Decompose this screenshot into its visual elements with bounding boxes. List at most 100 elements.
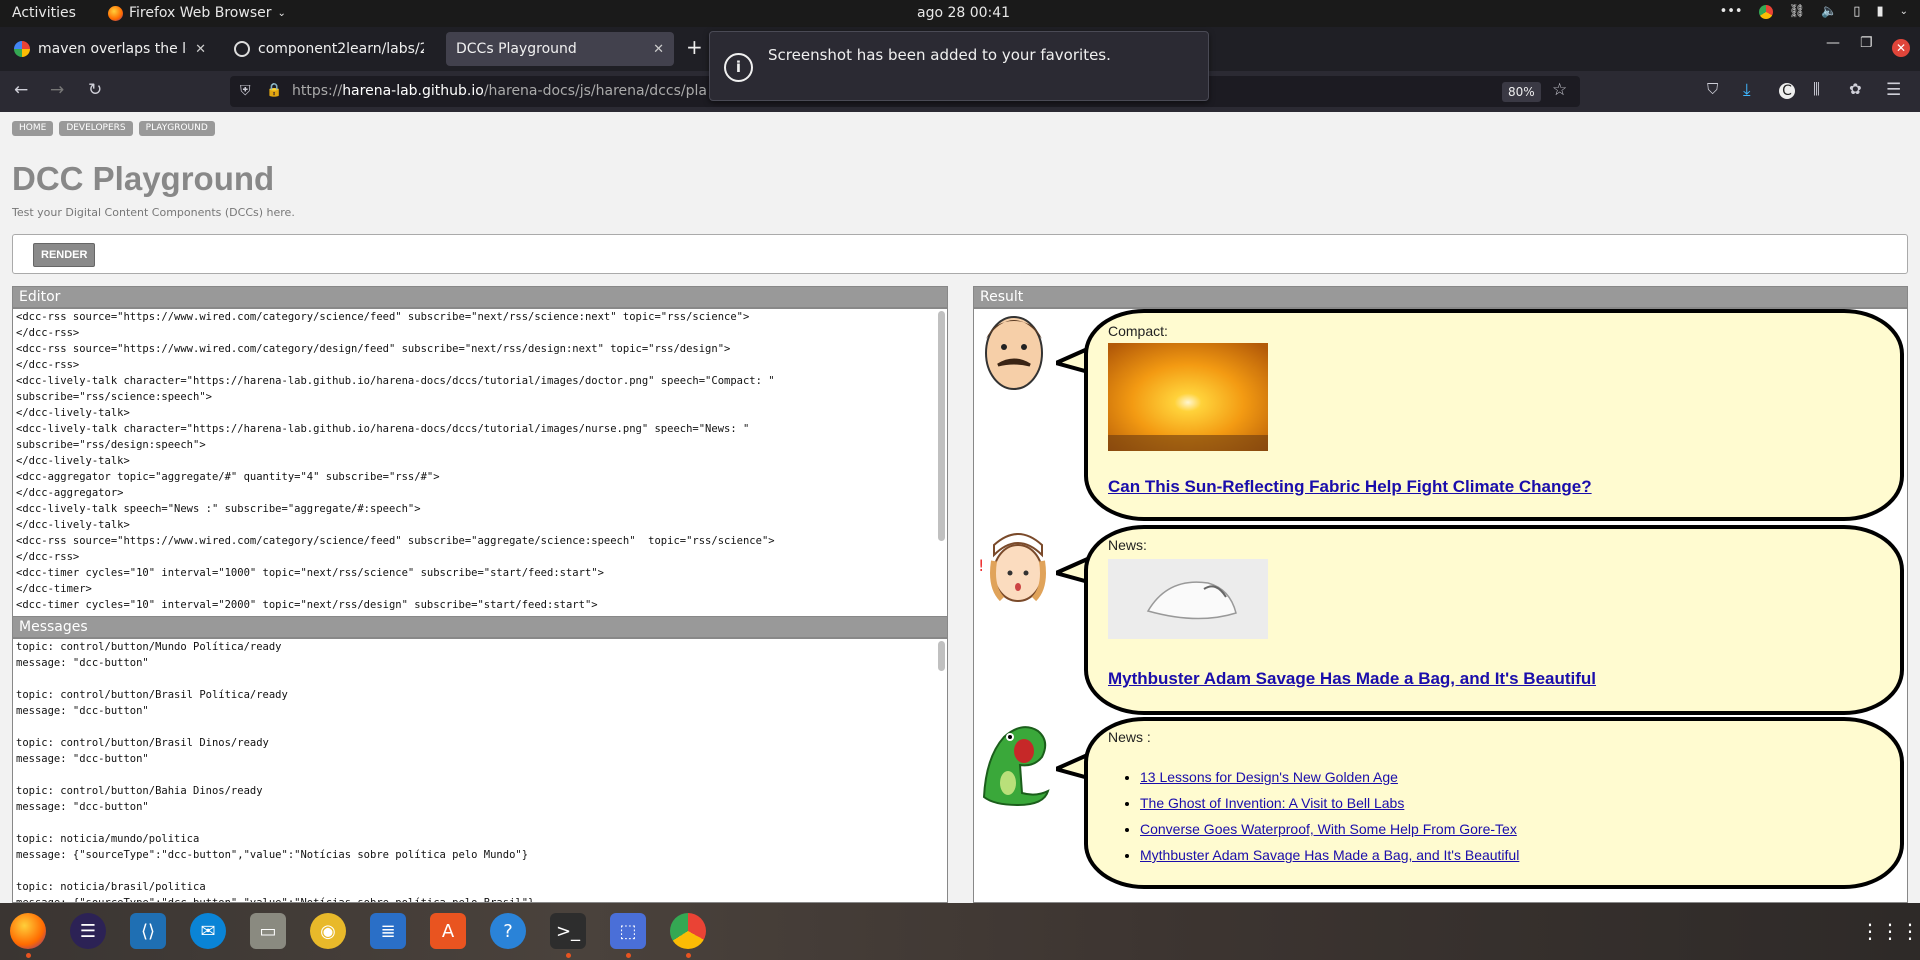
lively-talk-nurse: ! News: Mythbuster Adam Savage Has Made … [974, 525, 1907, 720]
news-list: 13 Lessons for Design's New Golden Age T… [1140, 765, 1519, 869]
chevron-down-icon: ⌄ [277, 7, 286, 19]
minimize-icon[interactable]: — [1826, 35, 1840, 51]
close-tab-icon[interactable]: ✕ [653, 42, 664, 57]
tab-component2learn[interactable]: component2learn/labs/2 [224, 32, 434, 66]
menu-icon[interactable]: ☰ [1886, 80, 1901, 100]
battery-icon[interactable]: ▮ [1876, 4, 1883, 19]
close-window-button[interactable]: ✕ [1892, 39, 1910, 57]
messages-scrollbar[interactable] [938, 641, 945, 671]
library-icon[interactable]: ⫼ [1813, 80, 1820, 98]
forward-icon[interactable]: → [50, 80, 64, 100]
chrome-indicator-icon[interactable] [1758, 4, 1773, 19]
code-line: </dcc-lively-talk> [16, 407, 130, 419]
code-line: message: "dcc-button" [16, 801, 149, 813]
news-link[interactable]: The Ghost of Invention: A Visit to Bell … [1140, 795, 1404, 811]
render-button[interactable]: RENDER [33, 243, 96, 267]
downloads-icon[interactable]: ⤓ [1743, 80, 1751, 100]
headline-link[interactable]: Can This Sun-Reflecting Fabric Help Figh… [1108, 477, 1592, 497]
shield-icon[interactable]: ⛨ [240, 83, 251, 99]
account-icon[interactable]: C [1779, 83, 1795, 99]
bookmark-star-icon[interactable]: ☆ [1552, 80, 1567, 100]
tab-dccs-playground[interactable]: DCCs Playground ✕ [446, 32, 674, 66]
activities-button[interactable]: Activities [12, 5, 76, 21]
back-icon[interactable]: ← [14, 80, 28, 100]
page-subtitle: Test your Digital Content Components (DC… [12, 206, 295, 219]
editor-scrollbar[interactable] [938, 311, 945, 541]
code-line: message: {"sourceType":"dcc-button","val… [16, 849, 529, 861]
running-indicator [626, 953, 631, 958]
news-link[interactable]: Converse Goes Waterproof, With Some Help… [1140, 821, 1517, 837]
firefox-icon[interactable] [10, 913, 46, 949]
maximize-icon[interactable]: ❐ [1860, 35, 1873, 51]
breadcrumb-developers[interactable]: DEVELOPERS [59, 121, 133, 136]
screenshot-notification: i Screenshot has been added to your favo… [709, 31, 1209, 101]
code-line: message: {"sourceType":"dcc-button","val… [16, 897, 535, 903]
page-content: HOME DEVELOPERS PLAYGROUND DCC Playgroun… [0, 112, 1920, 903]
tab-title: maven overlaps the locat [38, 41, 187, 57]
more-icon[interactable]: ••• [1720, 4, 1743, 19]
dinosaur-avatar [982, 726, 1050, 807]
breadcrumb-home[interactable]: HOME [12, 121, 54, 136]
messages-area[interactable]: topic: control/button/Mundo Política/rea… [12, 638, 948, 903]
breadcrumb-playground[interactable]: PLAYGROUND [138, 121, 215, 136]
code-line: message: "dcc-button" [16, 657, 149, 669]
code-line: <dcc-rss source="https://www.wired.com/c… [16, 535, 775, 547]
volume-icon[interactable]: 🔈 [1821, 4, 1837, 19]
list-item: 13 Lessons for Design's New Golden Age [1140, 765, 1519, 791]
pocket-icon[interactable]: ⛉ [1707, 80, 1718, 98]
headline-link[interactable]: Mythbuster Adam Savage Has Made a Bag, a… [1108, 669, 1596, 689]
running-indicator [26, 953, 31, 958]
app-menu[interactable]: Firefox Web Browser ⌄ [108, 5, 286, 21]
screenshot-icon[interactable]: ⬚ [610, 913, 646, 949]
gnome-top-bar: Activities Firefox Web Browser ⌄ ago 28 … [0, 0, 1920, 27]
sun-image[interactable] [1108, 343, 1268, 451]
help-icon[interactable]: ? [490, 913, 526, 949]
vscode-icon[interactable]: ⟨⟩ [130, 913, 166, 949]
code-line: <dcc-rss source="https://www.wired.com/c… [16, 311, 750, 323]
tab-title: DCCs Playground [456, 41, 577, 57]
rhythmbox-icon[interactable]: ◉ [310, 913, 346, 949]
speech-label: News: [1108, 537, 1147, 553]
url-text[interactable]: https://harena-lab.github.io/harena-docs… [292, 83, 707, 99]
code-line: </dcc-lively-talk> [16, 455, 130, 467]
eclipse-icon[interactable]: ☰ [70, 913, 106, 949]
doctor-avatar [985, 316, 1043, 390]
code-line: </dcc-rss> [16, 327, 80, 339]
news-link[interactable]: Mythbuster Adam Savage Has Made a Bag, a… [1140, 847, 1519, 863]
apps-grid-icon[interactable]: ⋮⋮⋮ [1860, 913, 1920, 949]
list-item: Mythbuster Adam Savage Has Made a Bag, a… [1140, 843, 1519, 869]
chrome-icon[interactable] [670, 913, 706, 949]
close-tab-icon[interactable]: ✕ [195, 42, 206, 57]
google-icon [14, 41, 30, 57]
extensions-icon[interactable]: ✿ [1849, 80, 1862, 98]
clock[interactable]: ago 28 00:41 [917, 5, 1010, 21]
app-menu-label: Firefox Web Browser [129, 5, 272, 21]
system-tray[interactable]: ••• ⛓ 🔈 ▯ ▮ ⌄ [1720, 4, 1908, 19]
network-icon[interactable]: ⛓ [1789, 4, 1806, 19]
code-line: subscribe="rss/science:speech"> [16, 391, 212, 403]
code-line: <dcc-aggregator topic="aggregate/#" quan… [16, 471, 440, 483]
code-line: <dcc-timer cycles="10" interval="1000" t… [16, 567, 604, 579]
tab-maven[interactable]: maven overlaps the locat ✕ [4, 32, 216, 66]
svg-text:!: ! [978, 556, 984, 575]
news-link[interactable]: 13 Lessons for Design's New Golden Age [1140, 769, 1398, 785]
vibrate-icon[interactable]: ▯ [1853, 4, 1860, 19]
list-item: The Ghost of Invention: A Visit to Bell … [1140, 791, 1519, 817]
render-bar: RENDER [12, 234, 1908, 274]
bag-image[interactable] [1108, 559, 1268, 639]
new-tab-button[interactable]: + [686, 35, 703, 59]
ubuntu-dock: ☰ ⟨⟩ ✉ ▭ ◉ ≣ A ? >_ ⬚ ⋮⋮⋮ [0, 903, 1920, 960]
lock-icon[interactable]: 🔒 [266, 83, 282, 98]
files-icon[interactable]: ▭ [250, 913, 286, 949]
code-line: message: "dcc-button" [16, 705, 149, 717]
reload-icon[interactable]: ↻ [88, 80, 102, 100]
terminal-icon[interactable]: >_ [550, 913, 586, 949]
zoom-level[interactable]: 80% [1502, 82, 1541, 102]
code-line: <dcc-lively-talk character="https://hare… [16, 375, 775, 387]
info-icon: i [724, 53, 753, 82]
software-icon[interactable]: A [430, 913, 466, 949]
chevron-down-icon[interactable]: ⌄ [1900, 6, 1908, 17]
thunderbird-icon[interactable]: ✉ [190, 913, 226, 949]
writer-icon[interactable]: ≣ [370, 913, 406, 949]
